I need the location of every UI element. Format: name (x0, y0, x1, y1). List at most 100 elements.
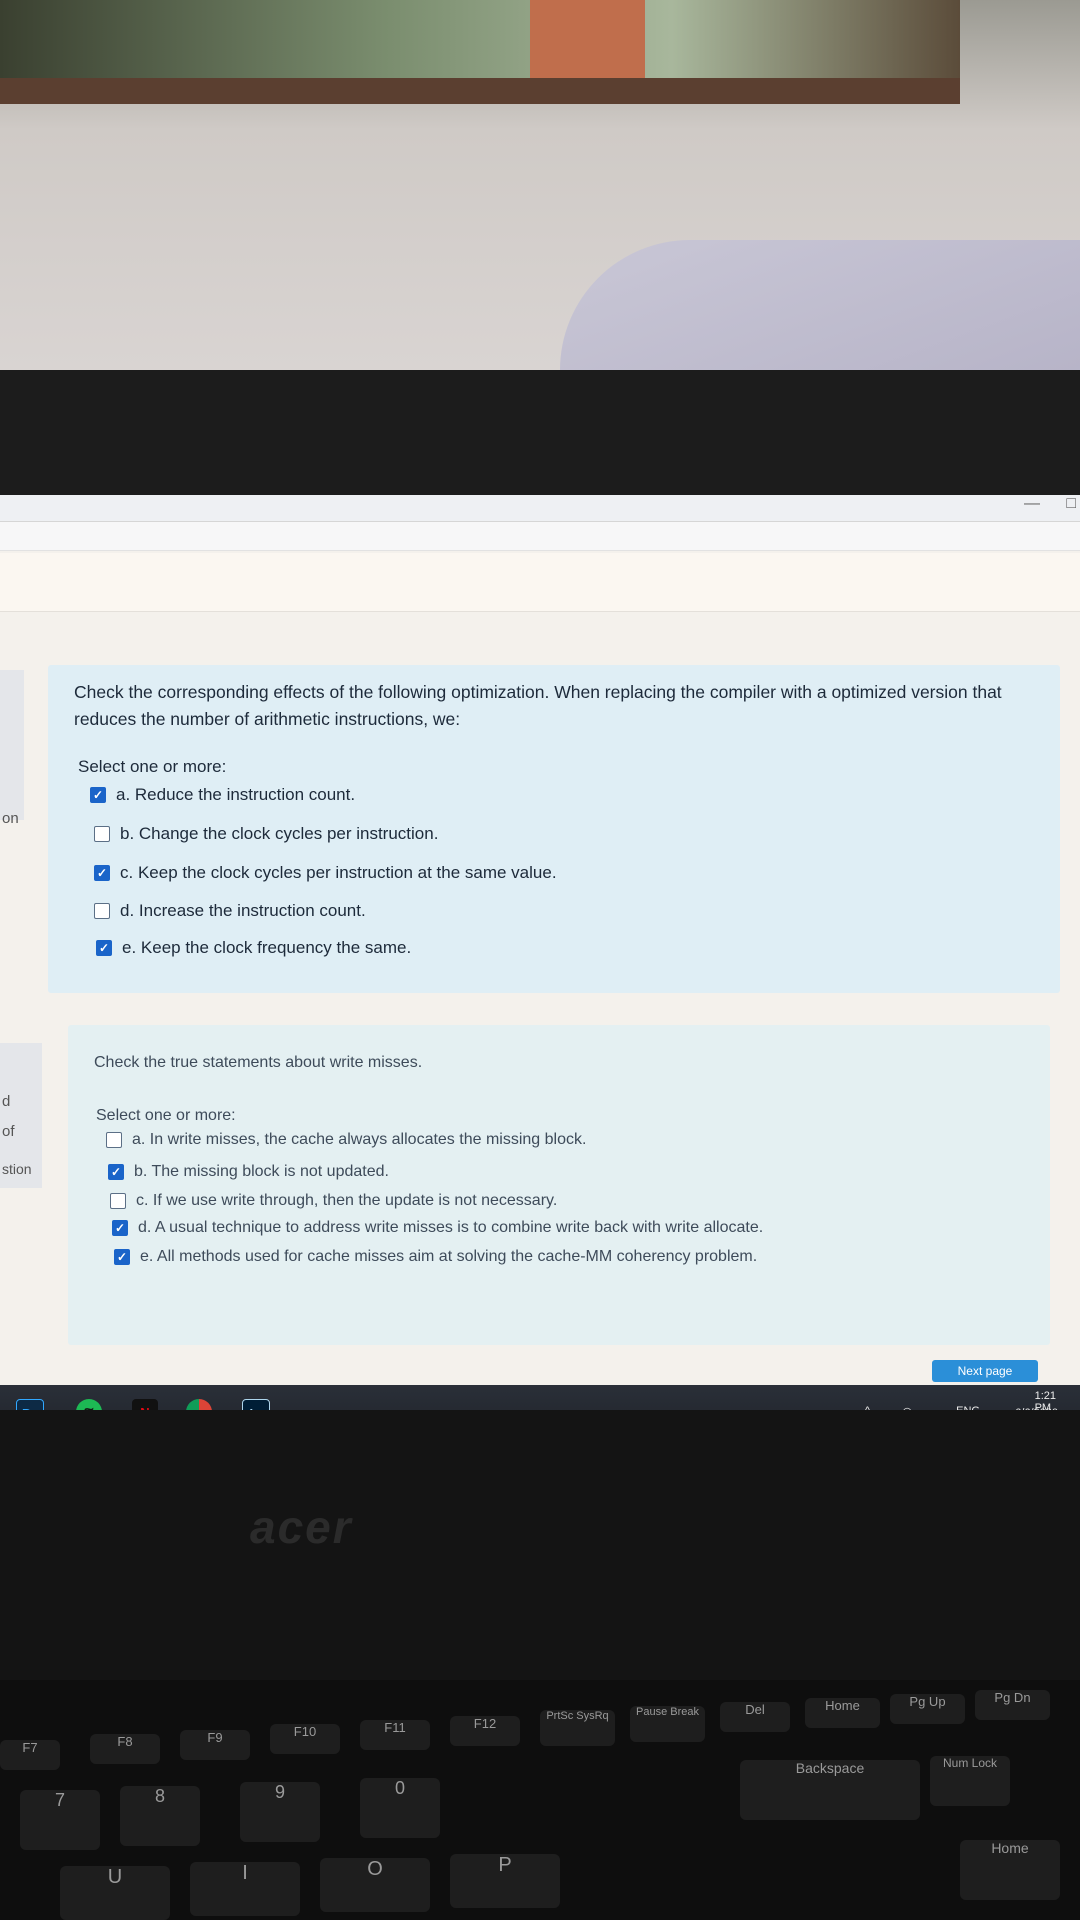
question-panel-1: Check the corresponding effects of the f… (48, 665, 1060, 993)
key-label: 7 (54, 1790, 65, 1810)
answer-a[interactable]: a. In write misses, the cache always all… (106, 1131, 586, 1149)
checkbox-checked[interactable] (96, 940, 112, 956)
key-label: Pause Break (636, 1706, 699, 1718)
browser-navbar (0, 522, 1080, 551)
key-label: Home (991, 1840, 1029, 1856)
question-text: Check the corresponding effects of the f… (74, 682, 1002, 729)
key-label: 8 (154, 1786, 165, 1806)
minimize-icon[interactable]: — (1024, 495, 1040, 513)
question-panel-2: Check the true statements about write mi… (68, 1025, 1050, 1345)
answer-label: d. A usual technique to address write mi… (138, 1219, 764, 1236)
answer-label: e. All methods used for cache misses aim… (140, 1248, 758, 1265)
drawer-text: of (2, 1123, 15, 1140)
key-label: Home (825, 1698, 860, 1713)
key-label: F8 (117, 1734, 133, 1749)
answer-label: c. Keep the clock cycles per instruction… (120, 863, 557, 882)
key-pgup[interactable]: Pg Up (890, 1694, 965, 1724)
key-8[interactable]: 8 (120, 1786, 200, 1846)
key-label: Backspace (795, 1760, 865, 1776)
maximize-icon[interactable]: □ (1066, 495, 1076, 513)
page-header-band (0, 553, 1080, 612)
checkbox-checked[interactable] (114, 1249, 130, 1265)
key-home[interactable]: Home (805, 1698, 880, 1728)
key-backspace[interactable]: Backspace (740, 1760, 920, 1820)
answer-label: b. The missing block is not updated. (134, 1163, 389, 1180)
next-page-button[interactable]: Next page (932, 1360, 1038, 1382)
key-label: U (107, 1866, 123, 1888)
keyboard: F7 F8 F9 F10 F11 F12 PrtSc SysRq Pause B… (0, 1680, 1080, 1920)
answer-label: a. In write misses, the cache always all… (132, 1131, 587, 1148)
room-background (0, 0, 1080, 370)
key-label: Num Lock (942, 1756, 998, 1770)
answer-label: a. Reduce the instruction count. (116, 785, 356, 804)
key-label: F11 (384, 1720, 406, 1735)
question-text: Check the true statements about write mi… (94, 1054, 423, 1071)
key-label: 0 (394, 1778, 405, 1798)
select-label: Select one or more: (78, 757, 227, 776)
checkbox-checked[interactable] (112, 1220, 128, 1236)
checkbox-unchecked[interactable] (94, 903, 110, 919)
key-label: 9 (274, 1782, 285, 1802)
key-label: PrtSc SysRq (546, 1710, 609, 1722)
laptop-screen: — □ on d of stion Check the correspondin… (0, 495, 1080, 1415)
answer-e[interactable]: e. All methods used for cache misses aim… (114, 1248, 757, 1266)
window-ledge (0, 78, 960, 104)
checkbox-checked[interactable] (108, 1164, 124, 1180)
checkbox-unchecked[interactable] (94, 826, 110, 842)
answer-c[interactable]: c. If we use write through, then the upd… (110, 1192, 557, 1210)
drawer-edge-2: d of stion (0, 1043, 42, 1188)
key-label: Pg Up (909, 1694, 946, 1709)
checkbox-unchecked[interactable] (110, 1193, 126, 1209)
key-pgdn[interactable]: Pg Dn (975, 1690, 1050, 1720)
answer-b[interactable]: b. Change the clock cycles per instructi… (94, 824, 438, 844)
key-del[interactable]: Del (720, 1702, 790, 1732)
checkbox-checked[interactable] (94, 865, 110, 881)
key-label: Del (745, 1702, 765, 1717)
key-f11[interactable]: F11 (360, 1720, 430, 1750)
key-numlock[interactable]: Num Lock (930, 1756, 1010, 1806)
laptop-bottom-bezel: acer (0, 1410, 1080, 1680)
answer-label: b. Change the clock cycles per instructi… (120, 824, 439, 843)
key-numpad-home[interactable]: Home (960, 1840, 1060, 1900)
key-f7[interactable]: F7 (0, 1740, 60, 1770)
key-u[interactable]: U (60, 1866, 170, 1920)
key-9[interactable]: 9 (240, 1782, 320, 1842)
key-7[interactable]: 7 (20, 1790, 100, 1850)
key-f9[interactable]: F9 (180, 1730, 250, 1760)
key-label: F12 (473, 1716, 497, 1731)
laptop-top-bezel (0, 370, 1080, 495)
key-label: O (367, 1858, 383, 1880)
key-label: F9 (207, 1730, 223, 1745)
key-prtsc[interactable]: PrtSc SysRq (540, 1710, 615, 1746)
window-titlebar: — □ (0, 495, 1080, 522)
key-f10[interactable]: F10 (270, 1724, 340, 1754)
key-label: I (242, 1862, 248, 1884)
answer-label: d. Increase the instruction count. (120, 901, 366, 920)
key-f8[interactable]: F8 (90, 1734, 160, 1764)
drawer-text: stion (2, 1161, 32, 1177)
laptop-brand-logo: acer (250, 1501, 353, 1553)
drawer-text: on (2, 810, 19, 827)
drawer-edge-1: on (0, 670, 24, 827)
answer-b[interactable]: b. The missing block is not updated. (108, 1163, 389, 1181)
answer-label: c. If we use write through, then the upd… (136, 1192, 558, 1209)
drawer-text: d (2, 1093, 11, 1110)
key-i[interactable]: I (190, 1862, 300, 1916)
checkbox-unchecked[interactable] (106, 1132, 122, 1148)
select-label: Select one or more: (96, 1107, 236, 1124)
key-f12[interactable]: F12 (450, 1716, 520, 1746)
key-label: P (498, 1854, 512, 1876)
answer-e[interactable]: e. Keep the clock frequency the same. (96, 938, 411, 958)
answer-a[interactable]: a. Reduce the instruction count. (90, 785, 355, 805)
answer-d[interactable]: d. A usual technique to address write mi… (112, 1219, 763, 1237)
key-label: F10 (293, 1724, 317, 1739)
key-0[interactable]: 0 (360, 1778, 440, 1838)
answer-d[interactable]: d. Increase the instruction count. (94, 901, 366, 921)
key-label: F7 (22, 1740, 38, 1755)
checkbox-checked[interactable] (90, 787, 106, 803)
key-o[interactable]: O (320, 1858, 430, 1912)
answer-c[interactable]: c. Keep the clock cycles per instruction… (94, 863, 557, 883)
key-pause[interactable]: Pause Break (630, 1706, 705, 1742)
window-plants (0, 0, 960, 80)
key-p[interactable]: P (450, 1854, 560, 1908)
